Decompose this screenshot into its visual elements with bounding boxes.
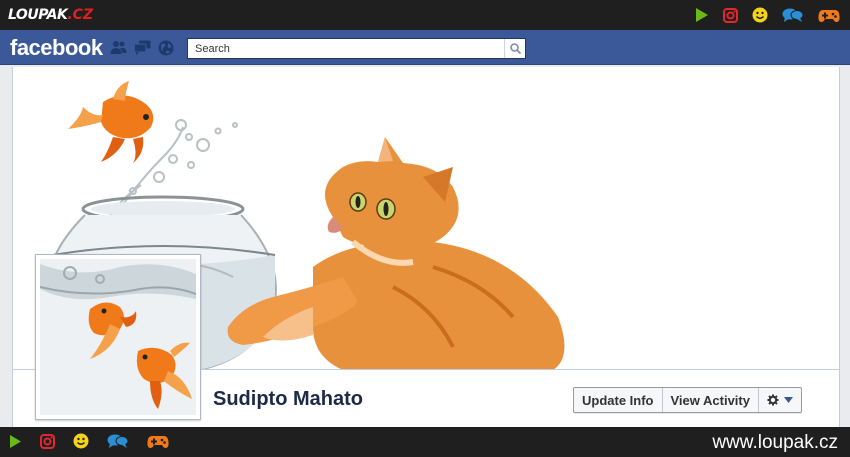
bottom-site-icons: [9, 433, 169, 449]
chat-icon[interactable]: [107, 433, 129, 449]
logo-main: LOUPAK: [8, 7, 68, 23]
chat-icon[interactable]: [782, 7, 804, 23]
gamepad-icon[interactable]: [147, 434, 169, 449]
profile-actions: Update Info View Activity: [573, 387, 802, 413]
notifications-icon[interactable]: [158, 40, 174, 56]
play-icon[interactable]: [9, 434, 22, 449]
logo-tld: .CZ: [67, 7, 94, 23]
view-activity-button[interactable]: View Activity: [663, 388, 759, 412]
profile-name[interactable]: Sudipto Mahato: [213, 388, 363, 411]
profile-picture-image: [40, 259, 196, 415]
site-icons: [695, 5, 840, 25]
gamepad-icon[interactable]: [818, 8, 840, 23]
profile-picture[interactable]: [35, 254, 201, 420]
search-button[interactable]: [504, 39, 525, 58]
instagram-icon[interactable]: [40, 433, 55, 449]
search-box: [187, 38, 526, 59]
smiley-icon[interactable]: [752, 7, 768, 23]
profile-frame: Sudipto Mahato Update Info View Activity: [0, 65, 850, 427]
cat: [227, 137, 565, 369]
settings-dropdown-button[interactable]: [759, 388, 801, 412]
friend-requests-icon[interactable]: [110, 40, 127, 55]
search-input[interactable]: [188, 39, 504, 58]
messages-icon[interactable]: [134, 40, 151, 55]
jumping-goldfish: [68, 81, 154, 163]
update-info-button[interactable]: Update Info: [574, 388, 663, 412]
smiley-icon[interactable]: [73, 433, 89, 449]
chevron-down-icon: [783, 397, 793, 403]
gear-icon: [767, 394, 779, 406]
facebook-logo[interactable]: facebook: [10, 35, 103, 61]
loupak-logo[interactable]: LOUPAK .CZ: [8, 5, 93, 25]
instagram-icon[interactable]: [723, 7, 738, 23]
timeline-header: Sudipto Mahato Update Info View Activity: [12, 67, 840, 427]
page: LOUPAK .CZ facebook Search Sudipto Mahat…: [0, 0, 850, 457]
play-icon[interactable]: [695, 7, 709, 23]
facebook-header: facebook: [0, 30, 850, 65]
watermark-url: www.loupak.cz: [712, 432, 838, 453]
site-top-bar: LOUPAK .CZ: [0, 0, 850, 30]
site-bottom-bar: www.loupak.cz: [0, 427, 850, 457]
facebook-jewels: [110, 40, 174, 56]
goldfish-bowl-photo: [40, 259, 196, 415]
search-icon: [509, 43, 521, 54]
